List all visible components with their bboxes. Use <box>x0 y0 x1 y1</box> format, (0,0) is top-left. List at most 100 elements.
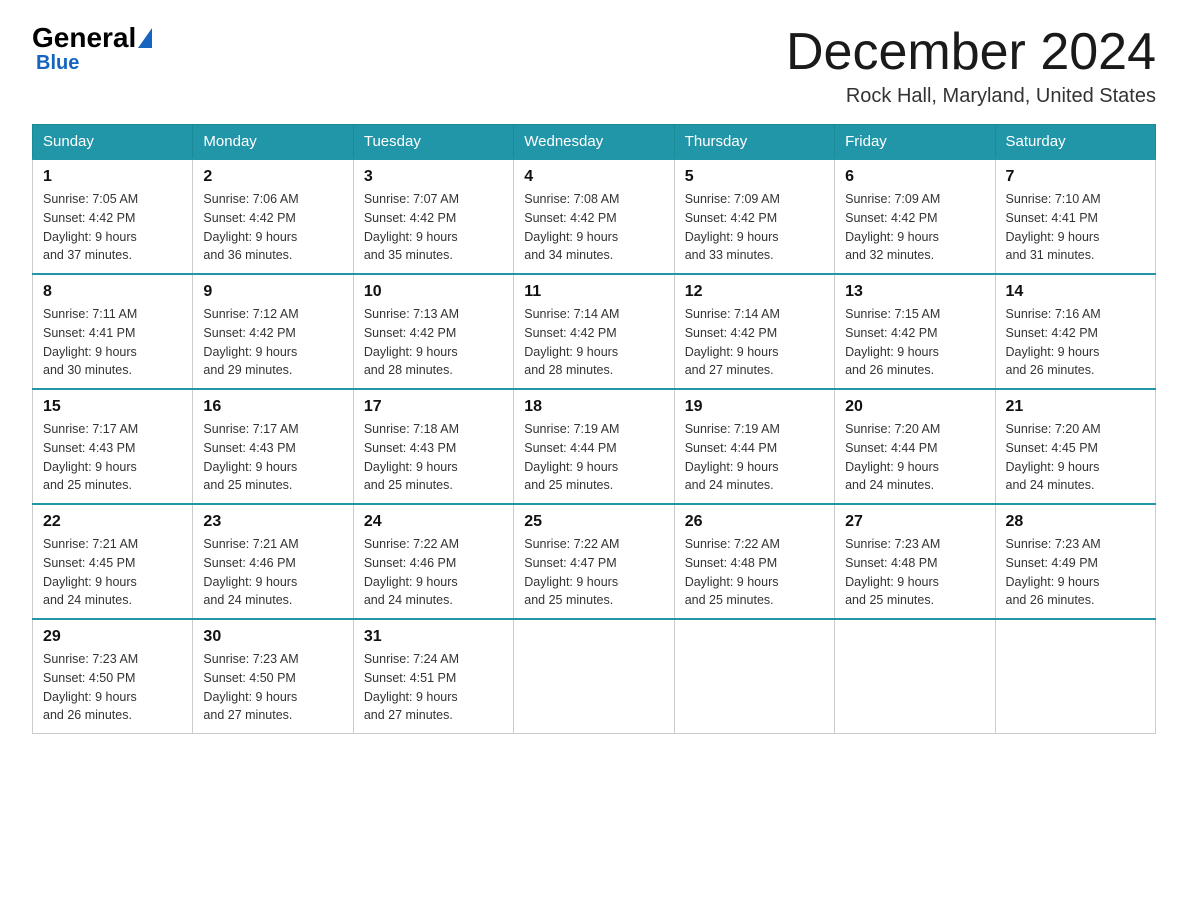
calendar-cell: 24 Sunrise: 7:22 AMSunset: 4:46 PMDayligh… <box>353 504 513 619</box>
day-number: 31 <box>364 628 503 646</box>
header-friday: Friday <box>835 125 995 160</box>
day-info: Sunrise: 7:14 AMSunset: 4:42 PMDaylight:… <box>685 305 824 380</box>
calendar-cell: 16 Sunrise: 7:17 AMSunset: 4:43 PMDayligh… <box>193 389 353 504</box>
calendar-cell: 19 Sunrise: 7:19 AMSunset: 4:44 PMDayligh… <box>674 389 834 504</box>
calendar-cell: 8 Sunrise: 7:11 AMSunset: 4:41 PMDaylight… <box>33 274 193 389</box>
day-number: 18 <box>524 398 663 416</box>
day-number: 27 <box>845 513 984 531</box>
day-number: 30 <box>203 628 342 646</box>
calendar-cell <box>674 619 834 734</box>
logo-general: General <box>32 24 136 52</box>
header-tuesday: Tuesday <box>353 125 513 160</box>
day-number: 20 <box>845 398 984 416</box>
day-info: Sunrise: 7:10 AMSunset: 4:41 PMDaylight:… <box>1006 190 1145 265</box>
day-number: 4 <box>524 168 663 186</box>
title-section: December 2024 Rock Hall, Maryland, Unite… <box>786 24 1156 108</box>
day-number: 21 <box>1006 398 1145 416</box>
day-info: Sunrise: 7:24 AMSunset: 4:51 PMDaylight:… <box>364 650 503 725</box>
day-number: 19 <box>685 398 824 416</box>
calendar-cell: 31 Sunrise: 7:24 AMSunset: 4:51 PMDayligh… <box>353 619 513 734</box>
calendar-cell: 4Sunrise: 7:08 AMSunset: 4:42 PMDaylight… <box>514 159 674 274</box>
day-number: 14 <box>1006 283 1145 301</box>
calendar-cell: 7 Sunrise: 7:10 AMSunset: 4:41 PMDaylight… <box>995 159 1155 274</box>
header-saturday: Saturday <box>995 125 1155 160</box>
day-number: 25 <box>524 513 663 531</box>
day-info: Sunrise: 7:05 AMSunset: 4:42 PMDaylight:… <box>43 190 182 265</box>
calendar-cell: 11Sunrise: 7:14 AMSunset: 4:42 PMDayligh… <box>514 274 674 389</box>
calendar-cell: 18 Sunrise: 7:19 AMSunset: 4:44 PMDayligh… <box>514 389 674 504</box>
calendar-cell: 13 Sunrise: 7:15 AMSunset: 4:42 PMDayligh… <box>835 274 995 389</box>
logo: General Blue <box>32 24 152 75</box>
calendar-cell <box>514 619 674 734</box>
day-number: 16 <box>203 398 342 416</box>
day-number: 8 <box>43 283 182 301</box>
day-number: 3 <box>364 168 503 186</box>
calendar-cell: 30Sunrise: 7:23 AMSunset: 4:50 PMDayligh… <box>193 619 353 734</box>
day-info: Sunrise: 7:14 AMSunset: 4:42 PMDaylight:… <box>524 305 663 380</box>
day-info: Sunrise: 7:23 AMSunset: 4:50 PMDaylight:… <box>43 650 182 725</box>
day-number: 28 <box>1006 513 1145 531</box>
day-info: Sunrise: 7:15 AMSunset: 4:42 PMDaylight:… <box>845 305 984 380</box>
day-number: 7 <box>1006 168 1145 186</box>
week-row-3: 15 Sunrise: 7:17 AMSunset: 4:43 PMDayligh… <box>33 389 1156 504</box>
day-info: Sunrise: 7:06 AMSunset: 4:42 PMDaylight:… <box>203 190 342 265</box>
calendar-cell <box>995 619 1155 734</box>
day-info: Sunrise: 7:20 AMSunset: 4:44 PMDaylight:… <box>845 420 984 495</box>
week-row-4: 22Sunrise: 7:21 AMSunset: 4:45 PMDayligh… <box>33 504 1156 619</box>
day-info: Sunrise: 7:20 AMSunset: 4:45 PMDaylight:… <box>1006 420 1145 495</box>
calendar-cell: 26 Sunrise: 7:22 AMSunset: 4:48 PMDayligh… <box>674 504 834 619</box>
day-info: Sunrise: 7:17 AMSunset: 4:43 PMDaylight:… <box>203 420 342 495</box>
logo-blue: Blue <box>36 52 79 75</box>
day-info: Sunrise: 7:19 AMSunset: 4:44 PMDaylight:… <box>685 420 824 495</box>
calendar-cell: 28 Sunrise: 7:23 AMSunset: 4:49 PMDayligh… <box>995 504 1155 619</box>
day-number: 12 <box>685 283 824 301</box>
day-number: 9 <box>203 283 342 301</box>
calendar-cell: 12 Sunrise: 7:14 AMSunset: 4:42 PMDayligh… <box>674 274 834 389</box>
calendar-cell: 23Sunrise: 7:21 AMSunset: 4:46 PMDayligh… <box>193 504 353 619</box>
calendar-cell: 21 Sunrise: 7:20 AMSunset: 4:45 PMDayligh… <box>995 389 1155 504</box>
calendar-cell: 29 Sunrise: 7:23 AMSunset: 4:50 PMDayligh… <box>33 619 193 734</box>
logo-triangle-icon <box>138 28 152 48</box>
calendar-cell: 20 Sunrise: 7:20 AMSunset: 4:44 PMDayligh… <box>835 389 995 504</box>
calendar-title: December 2024 <box>786 24 1156 81</box>
day-number: 26 <box>685 513 824 531</box>
day-info: Sunrise: 7:11 AMSunset: 4:41 PMDaylight:… <box>43 305 182 380</box>
calendar-cell: 10Sunrise: 7:13 AMSunset: 4:42 PMDayligh… <box>353 274 513 389</box>
day-info: Sunrise: 7:16 AMSunset: 4:42 PMDaylight:… <box>1006 305 1145 380</box>
calendar-cell: 3Sunrise: 7:07 AMSunset: 4:42 PMDaylight… <box>353 159 513 274</box>
day-info: Sunrise: 7:23 AMSunset: 4:48 PMDaylight:… <box>845 535 984 610</box>
day-number: 6 <box>845 168 984 186</box>
day-info: Sunrise: 7:22 AMSunset: 4:46 PMDaylight:… <box>364 535 503 610</box>
day-info: Sunrise: 7:22 AMSunset: 4:47 PMDaylight:… <box>524 535 663 610</box>
calendar-cell: 22Sunrise: 7:21 AMSunset: 4:45 PMDayligh… <box>33 504 193 619</box>
calendar-cell: 5Sunrise: 7:09 AMSunset: 4:42 PMDaylight… <box>674 159 834 274</box>
day-number: 24 <box>364 513 503 531</box>
calendar-table: SundayMondayTuesdayWednesdayThursdayFrid… <box>32 124 1156 734</box>
day-number: 17 <box>364 398 503 416</box>
day-info: Sunrise: 7:17 AMSunset: 4:43 PMDaylight:… <box>43 420 182 495</box>
day-number: 22 <box>43 513 182 531</box>
day-number: 15 <box>43 398 182 416</box>
calendar-cell: 9 Sunrise: 7:12 AMSunset: 4:42 PMDaylight… <box>193 274 353 389</box>
day-info: Sunrise: 7:19 AMSunset: 4:44 PMDaylight:… <box>524 420 663 495</box>
day-number: 13 <box>845 283 984 301</box>
header-thursday: Thursday <box>674 125 834 160</box>
calendar-cell: 1Sunrise: 7:05 AMSunset: 4:42 PMDaylight… <box>33 159 193 274</box>
day-number: 2 <box>203 168 342 186</box>
day-number: 23 <box>203 513 342 531</box>
day-info: Sunrise: 7:12 AMSunset: 4:42 PMDaylight:… <box>203 305 342 380</box>
day-info: Sunrise: 7:13 AMSunset: 4:42 PMDaylight:… <box>364 305 503 380</box>
day-info: Sunrise: 7:22 AMSunset: 4:48 PMDaylight:… <box>685 535 824 610</box>
calendar-cell <box>835 619 995 734</box>
calendar-cell: 25 Sunrise: 7:22 AMSunset: 4:47 PMDayligh… <box>514 504 674 619</box>
week-row-2: 8 Sunrise: 7:11 AMSunset: 4:41 PMDaylight… <box>33 274 1156 389</box>
day-info: Sunrise: 7:09 AMSunset: 4:42 PMDaylight:… <box>685 190 824 265</box>
calendar-cell: 17Sunrise: 7:18 AMSunset: 4:43 PMDayligh… <box>353 389 513 504</box>
calendar-cell: 14 Sunrise: 7:16 AMSunset: 4:42 PMDayligh… <box>995 274 1155 389</box>
day-number: 29 <box>43 628 182 646</box>
calendar-cell: 6Sunrise: 7:09 AMSunset: 4:42 PMDaylight… <box>835 159 995 274</box>
day-info: Sunrise: 7:23 AMSunset: 4:49 PMDaylight:… <box>1006 535 1145 610</box>
header-sunday: Sunday <box>33 125 193 160</box>
week-row-5: 29 Sunrise: 7:23 AMSunset: 4:50 PMDayligh… <box>33 619 1156 734</box>
calendar-subtitle: Rock Hall, Maryland, United States <box>786 85 1156 108</box>
